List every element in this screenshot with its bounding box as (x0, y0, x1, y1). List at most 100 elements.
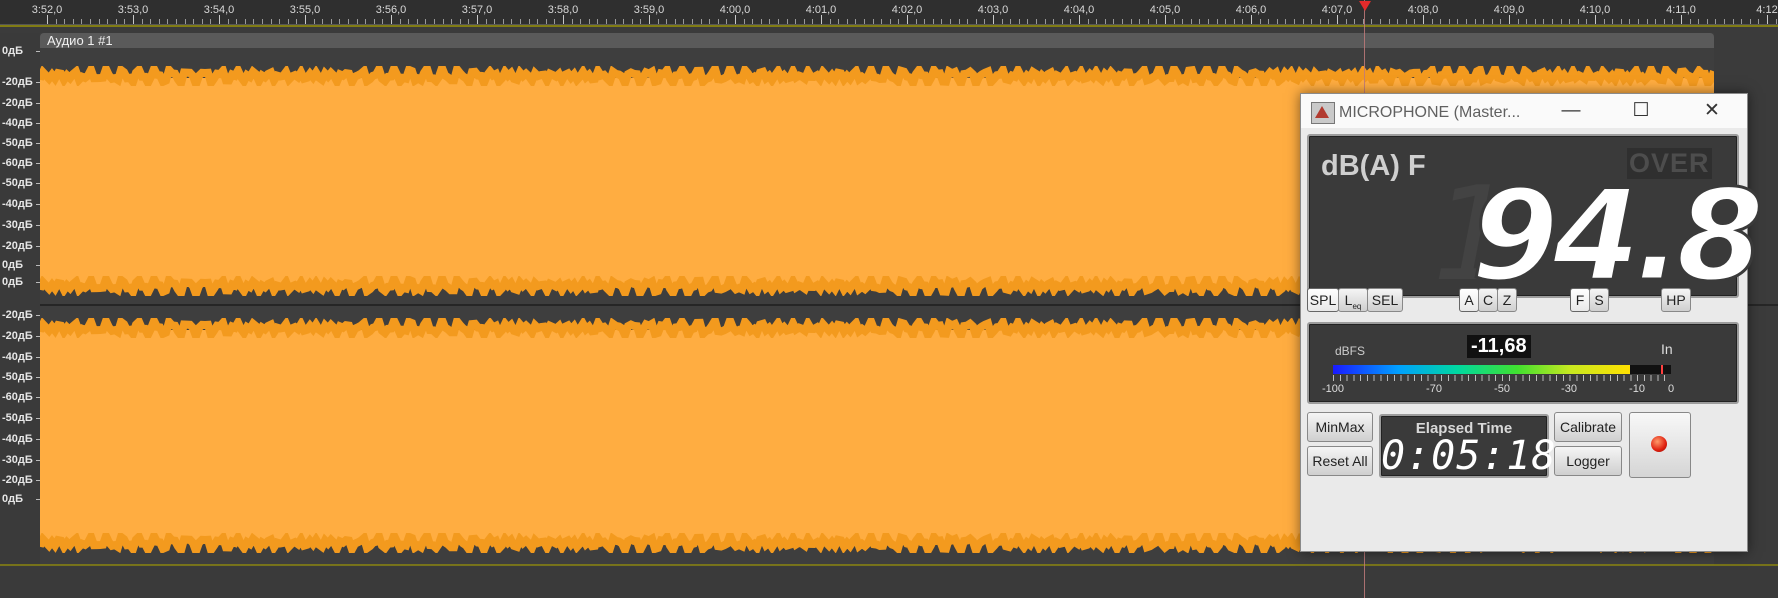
ruler-tick (1044, 19, 1046, 24)
ruler-tick (107, 19, 109, 24)
ruler-tick (554, 19, 556, 24)
ruler-tick (227, 19, 229, 24)
ruler-tick (81, 19, 83, 24)
ruler-tick (717, 19, 719, 24)
spl-button[interactable]: SPL (1307, 288, 1339, 312)
ruler-tick (735, 15, 736, 24)
ruler-tick (666, 19, 668, 24)
window-titlebar[interactable]: MICROPHONE (Master... — ☐ ✕ (1301, 94, 1747, 128)
ruler-tick (683, 19, 685, 24)
ruler-tick (1663, 19, 1665, 24)
ruler-tick (752, 19, 754, 24)
ruler-tick (812, 19, 814, 24)
ruler-tick (1741, 19, 1743, 24)
ruler-tick (623, 19, 625, 24)
empty-track-area[interactable] (0, 567, 1778, 598)
ruler-tick (640, 19, 642, 24)
ruler-tick (1285, 19, 1287, 24)
leq-subscript: eq (1352, 301, 1362, 311)
ruler-tick (1139, 19, 1141, 24)
ruler-tick (296, 19, 298, 24)
db-scale-label: -30дБ (2, 219, 33, 231)
ruler-tick (571, 19, 573, 24)
ruler-tick (838, 19, 840, 24)
ruler-tick (64, 19, 66, 24)
ruler-tick (1767, 15, 1768, 24)
reset-all-button[interactable]: Reset All (1307, 446, 1373, 476)
logger-button[interactable]: Logger (1554, 446, 1622, 476)
ruler-tick (537, 19, 539, 24)
ruler-tick (1027, 19, 1029, 24)
leq-button[interactable]: Leq (1338, 288, 1368, 312)
ruler-tick (1104, 19, 1106, 24)
ruler-tick (176, 19, 177, 24)
ruler-tick (330, 19, 332, 24)
waveform-edge-path (40, 56, 1714, 97)
ruler-tick (184, 19, 186, 24)
ruler-tick (1113, 19, 1115, 24)
ruler-tick (477, 15, 478, 24)
ruler-tick (1130, 19, 1132, 24)
ruler-tick (253, 19, 255, 24)
playhead-marker-icon[interactable] (1359, 1, 1371, 11)
ruler-tick (1655, 19, 1657, 24)
sel-button[interactable]: SEL (1367, 288, 1403, 312)
ruler-tick (580, 19, 582, 24)
calibrate-button[interactable]: Calibrate (1554, 412, 1622, 442)
ruler-tick (1165, 15, 1166, 24)
ruler-tick (1182, 19, 1184, 24)
ruler-tick (1500, 19, 1502, 24)
ruler-tick (1087, 19, 1089, 24)
ruler-tick (1328, 19, 1330, 24)
ruler-tick (743, 19, 745, 24)
ruler-tick (1681, 15, 1682, 24)
ruler-tick (1208, 19, 1209, 24)
ruler-tick (588, 19, 590, 24)
db-scale-label: -60дБ (2, 391, 33, 403)
ruler-tick (1517, 19, 1519, 24)
weighting-a-button[interactable]: A (1459, 288, 1479, 312)
fast-button[interactable]: F (1570, 288, 1590, 312)
ruler-tick (210, 19, 212, 24)
ruler-tick (1190, 19, 1192, 24)
ruler-tick (1242, 19, 1244, 24)
ruler-tick (373, 19, 375, 24)
minmax-button[interactable]: MinMax (1307, 412, 1373, 442)
input-label: In (1661, 341, 1673, 357)
db-scale-label: -50дБ (2, 371, 33, 383)
ruler-tick (760, 19, 762, 24)
ruler-tick (1199, 19, 1201, 24)
waveform-edge-shape (40, 56, 1714, 97)
db-scale-label: -20дБ (2, 240, 33, 252)
weighting-z-button[interactable]: Z (1497, 288, 1517, 312)
ruler-tick (1156, 19, 1158, 24)
ruler-tick (889, 19, 891, 24)
input-level-value: -11,68 (1467, 335, 1531, 358)
slow-button[interactable]: S (1589, 288, 1609, 312)
sound-level-meter-window[interactable]: MICROPHONE (Master... — ☐ ✕ dB(A) F OVER… (1300, 93, 1765, 552)
ruler-tick (1337, 15, 1338, 24)
ruler-tick (365, 19, 367, 24)
close-button[interactable]: ✕ (1697, 100, 1727, 122)
record-button[interactable] (1629, 412, 1691, 478)
clip-header[interactable] (40, 33, 1714, 48)
ruler-tick (1122, 19, 1123, 24)
ruler-tick (528, 19, 530, 24)
minimize-button[interactable]: — (1556, 100, 1586, 122)
timeline-ruler[interactable]: 3:52,0 3:53,0 3:54,0 3:55,0 3:56,0 3:57,0 3:58… (0, 0, 1778, 25)
record-icon (1651, 436, 1667, 452)
ruler-tick (459, 19, 461, 24)
ruler-tick (511, 19, 513, 24)
ruler-tick (1018, 19, 1020, 24)
ruler-tick (1466, 19, 1467, 24)
ruler-tick (1706, 19, 1708, 24)
ruler-tick (984, 19, 986, 24)
high-pass-button[interactable]: HP (1661, 288, 1691, 312)
db-scale-label: -20дБ (2, 76, 33, 88)
scale-label-minus10: -10 (1629, 383, 1645, 395)
db-scale-label: -30дБ (2, 454, 33, 466)
ruler-tick (391, 15, 392, 24)
ruler-tick (262, 19, 263, 24)
weighting-c-button[interactable]: C (1478, 288, 1498, 312)
maximize-button[interactable]: ☐ (1626, 100, 1656, 122)
